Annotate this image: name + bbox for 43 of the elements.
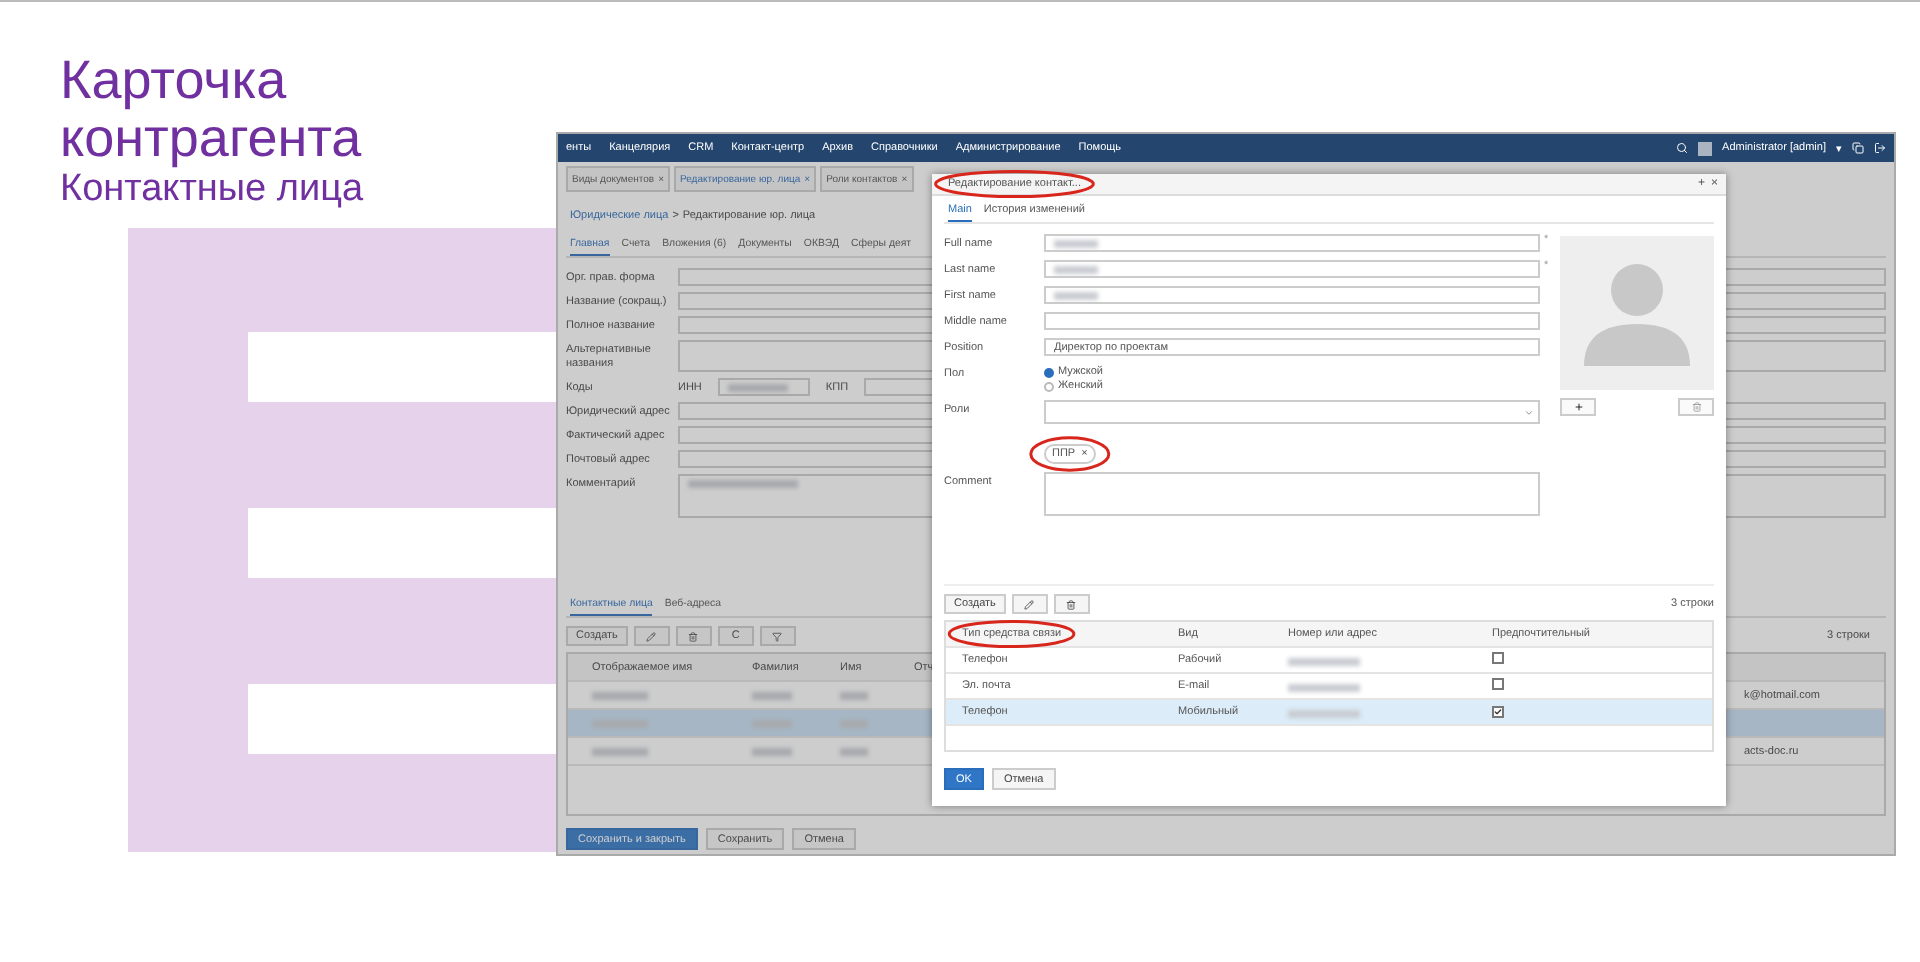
- checkbox[interactable]: [1492, 705, 1504, 717]
- slide-title: контрагента: [60, 110, 364, 168]
- avatar-placeholder-icon: [1560, 236, 1714, 390]
- search-icon[interactable]: [1676, 142, 1689, 154]
- filter-icon: [772, 631, 783, 641]
- redacted-value: [1288, 683, 1360, 691]
- filter-button[interactable]: [759, 626, 796, 646]
- logout-icon[interactable]: [1874, 142, 1886, 154]
- trash-icon: [1066, 599, 1077, 609]
- slide-subtitle: Контактные лица: [60, 168, 366, 212]
- redacted-value: [592, 748, 648, 756]
- slide-title: Карточка: [60, 52, 289, 110]
- input-field[interactable]: [1044, 312, 1540, 330]
- textarea-field[interactable]: [1044, 472, 1540, 516]
- input-field[interactable]: [1044, 260, 1540, 278]
- windows-icon[interactable]: [1852, 142, 1864, 154]
- pencil-icon: [646, 631, 657, 641]
- input-field[interactable]: [1044, 234, 1540, 252]
- add-photo-button[interactable]: [1560, 398, 1596, 416]
- trash-icon: [688, 631, 699, 641]
- trash-icon: [1691, 402, 1701, 412]
- delete-photo-button[interactable]: [1678, 398, 1714, 416]
- avatar-icon[interactable]: [1698, 141, 1713, 155]
- edit-button[interactable]: [633, 626, 670, 646]
- checkbox[interactable]: [1492, 678, 1504, 690]
- redacted-value: [752, 692, 792, 700]
- delete-button[interactable]: [675, 626, 712, 646]
- redacted-value: [840, 692, 868, 700]
- chevron-down-icon: [1524, 407, 1534, 417]
- checkbox[interactable]: [1492, 652, 1504, 664]
- redacted-value: [752, 748, 792, 756]
- radio-button[interactable]: [1044, 367, 1054, 377]
- radio-button[interactable]: [1044, 381, 1054, 391]
- pencil-icon: [1024, 599, 1035, 609]
- input-field[interactable]: [1044, 286, 1540, 304]
- redacted-value: [592, 692, 648, 700]
- delete-button[interactable]: [1053, 594, 1090, 614]
- input-field[interactable]: [717, 378, 810, 396]
- select-field[interactable]: [1044, 400, 1540, 424]
- redacted-value: [1288, 657, 1360, 665]
- redacted-value: [840, 748, 868, 756]
- edit-button[interactable]: [1011, 594, 1048, 614]
- plus-icon: [1573, 402, 1583, 412]
